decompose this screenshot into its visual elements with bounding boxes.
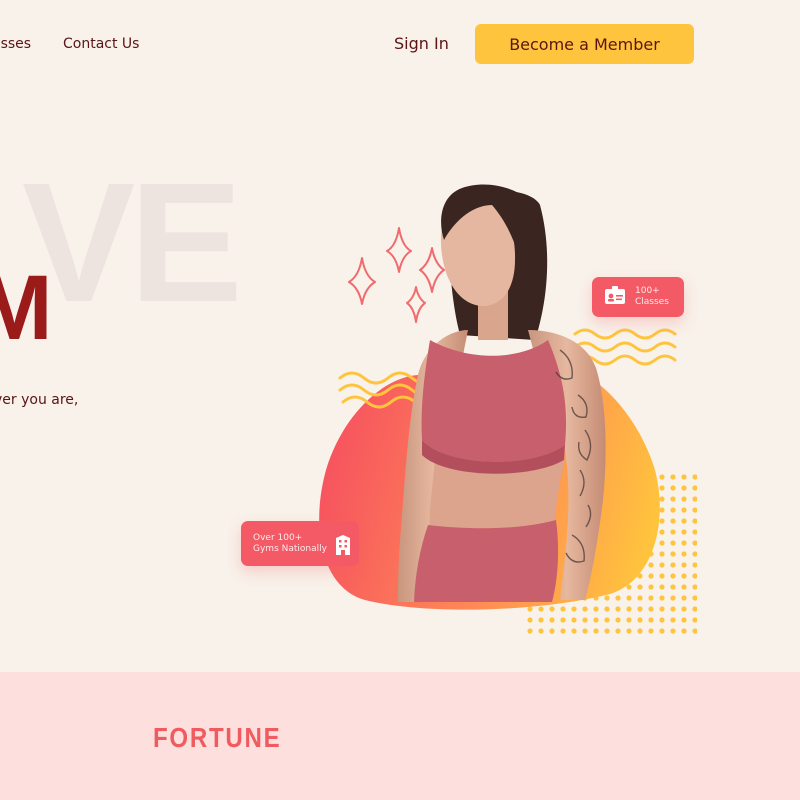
gyms-label: Gyms Nationally: [253, 544, 327, 554]
hero-illustration: [319, 184, 697, 638]
sparkle-icons: [348, 227, 445, 323]
building-icon: [334, 535, 352, 559]
classes-label: Classes: [635, 297, 669, 307]
classes-count: 100+: [635, 286, 660, 296]
woman-athlete-photo: [398, 184, 606, 602]
fortune-logo: FORTUNE: [153, 722, 282, 753]
gyms-stat-card: Over 100+ Gyms Nationally: [241, 521, 359, 566]
classes-stat-card: 100+ Classes: [592, 277, 684, 317]
partner-logo-band: [0, 672, 800, 800]
id-card-icon: [604, 286, 626, 310]
gyms-count: Over 100+: [253, 533, 303, 543]
